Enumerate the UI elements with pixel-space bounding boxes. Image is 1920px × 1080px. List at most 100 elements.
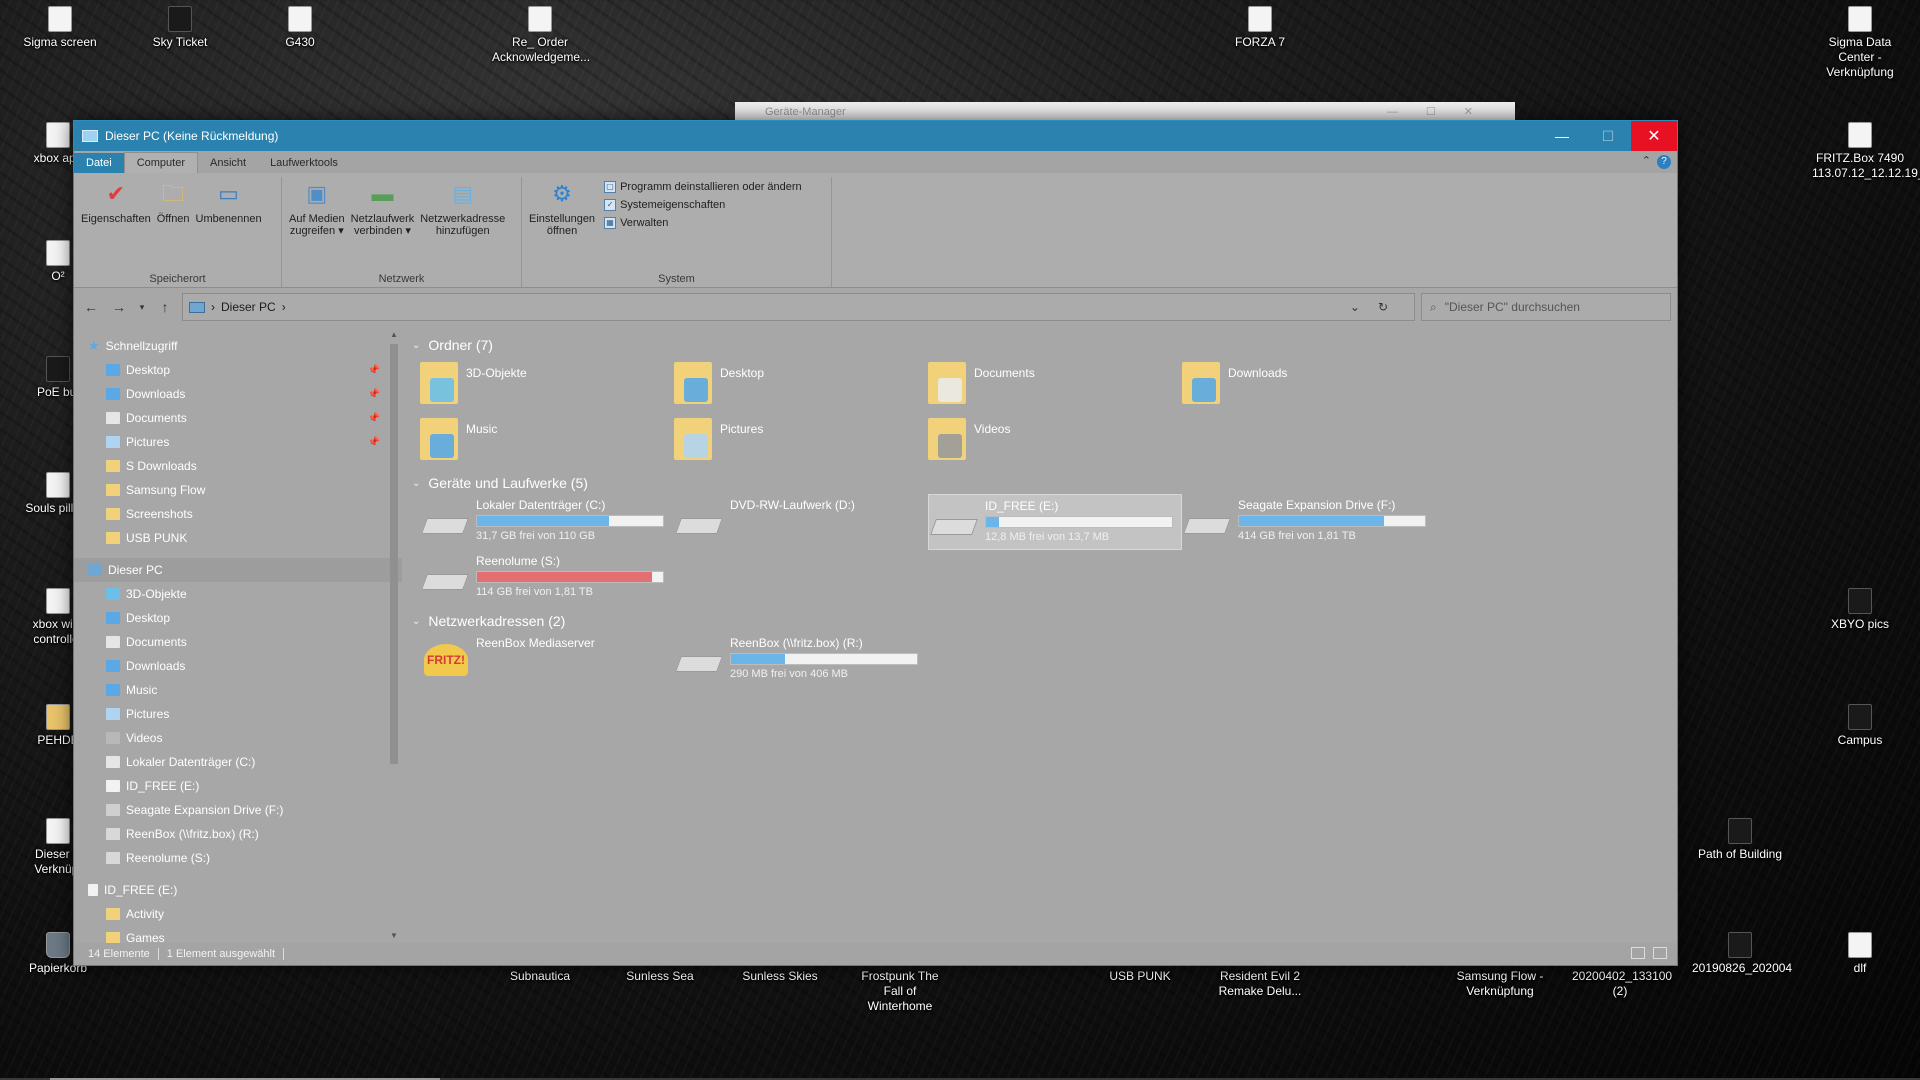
netzlaufwerk-verbinden-button[interactable]: ▬ Netzlaufwerk verbinden ▾ — [348, 177, 418, 287]
tab-computer[interactable]: Computer — [123, 152, 198, 173]
background-window[interactable]: Geräte-Manager —☐✕ — [735, 102, 1515, 122]
scroll-thumb[interactable] — [390, 344, 398, 764]
nav-item-videos[interactable]: Videos — [74, 726, 402, 750]
desktop-icon[interactable]: G430 — [252, 6, 348, 50]
desktop-icon[interactable]: XBYO pics — [1812, 588, 1908, 632]
desktop-icon[interactable]: Sky Ticket — [132, 6, 228, 50]
nav-item-desktop[interactable]: Desktop 📌 — [74, 358, 402, 382]
shortcut-icon — [46, 932, 70, 958]
nav-item-reenbox-fritz-box-r[interactable]: ReenBox (\\fritz.box) (R:) — [74, 822, 402, 846]
drive-item[interactable]: DVD-RW-Laufwerk (D:) — [674, 494, 928, 550]
netzlaufwerk-label-2: verbinden ▾ — [354, 225, 411, 237]
eigenschaften-button[interactable]: ✔ Eigenschaften — [78, 177, 154, 287]
nav-item-downloads[interactable]: Downloads 📌 — [74, 382, 402, 406]
systemeigenschaften-button[interactable]: ✓ Systemeigenschaften — [604, 199, 802, 211]
large-icons-view-icon[interactable] — [1653, 947, 1667, 959]
nav-id-free-label: ID_FREE (E:) — [104, 883, 178, 897]
status-bar: 14 Elemente 1 Element ausgewählt — [74, 943, 1677, 965]
nav-item-pictures[interactable]: Pictures — [74, 702, 402, 726]
desktop-icon[interactable]: FORZA 7 — [1212, 6, 1308, 50]
tab-datei[interactable]: Datei — [74, 153, 124, 173]
group-header-folders[interactable]: ⌄ Ordner (7) — [412, 334, 1667, 356]
umbenennen-button[interactable]: ▭ Umbenennen — [193, 177, 265, 287]
minimize-button[interactable]: — — [1539, 121, 1585, 151]
up-button[interactable]: ↑ — [154, 299, 176, 315]
address-controls[interactable]: ⌄↻ — [1350, 300, 1406, 314]
close-button[interactable]: ✕ — [1631, 121, 1677, 151]
desktop-icon[interactable]: Campus — [1812, 704, 1908, 748]
nav-item-reenolume-s[interactable]: Reenolume (S:) — [74, 846, 402, 870]
folder-icon — [106, 780, 120, 792]
maximize-button[interactable]: ☐ — [1585, 121, 1631, 151]
breadcrumb-dieser-pc[interactable]: Dieser PC — [221, 300, 276, 314]
group-header-drives[interactable]: ⌄ Geräte und Laufwerke (5) — [412, 472, 1667, 494]
nav-id-free[interactable]: ID_FREE (E:) — [74, 878, 402, 902]
nav-dieser-pc-label: Dieser PC — [108, 563, 163, 577]
nav-item-documents[interactable]: Documents 📌 — [74, 406, 402, 430]
verwalten-button[interactable]: ▦ Verwalten — [604, 217, 802, 229]
nav-item-documents[interactable]: Documents — [74, 630, 402, 654]
nav-item-music[interactable]: Music — [74, 678, 402, 702]
drive-item[interactable]: ID_FREE (E:) 12,8 MB frei von 13,7 MB — [928, 494, 1182, 550]
desktop-icon[interactable]: FRITZ.Box 7490 113.07.12_12.12.19_... — [1812, 122, 1920, 181]
details-view-icon[interactable] — [1631, 947, 1645, 959]
desktop-icon[interactable]: Sigma Data Center - Verknüpfung — [1812, 6, 1908, 80]
drive-body-shape — [1183, 518, 1231, 534]
back-button[interactable]: ← — [80, 299, 102, 315]
scroll-up-icon[interactable]: ▲ — [388, 330, 400, 339]
nav-dieser-pc[interactable]: Dieser PC — [74, 558, 402, 582]
nav-schnellzugriff[interactable]: ★ Schnellzugriff — [74, 334, 402, 358]
explorer-window[interactable]: Dieser PC (Keine Rückmeldung) — ☐ ✕ Date… — [73, 120, 1678, 966]
tab-laufwerktools[interactable]: Laufwerktools — [258, 153, 350, 173]
background-window-controls[interactable]: —☐✕ — [1387, 105, 1501, 118]
search-input[interactable]: ⌕ "Dieser PC" durchsuchen — [1421, 293, 1671, 321]
ribbon-collapse-button[interactable]: ⌃ — [1642, 154, 1651, 167]
folder-item[interactable]: Downloads — [1182, 356, 1436, 412]
desktop-icon[interactable]: Path of Building — [1692, 818, 1788, 862]
nav-item-s-downloads[interactable]: S Downloads — [74, 454, 402, 478]
netzwerkadresse-hinzufuegen-button[interactable]: ▤ Netzwerkadresse hinzufügen — [417, 177, 508, 287]
scroll-down-icon[interactable]: ▼ — [388, 931, 400, 940]
folder-item[interactable]: Desktop — [674, 356, 928, 412]
network-location-item[interactable]: FRITZ! ReenBox Mediaserver — [420, 632, 674, 688]
drive-item[interactable]: Lokaler Datenträger (C:) 31,7 GB frei von… — [420, 494, 674, 550]
einstellungen-oeffnen-button[interactable]: ⚙ Einstellungen öffnen — [526, 177, 598, 287]
address-bar[interactable]: › Dieser PC › ⌄↻ — [182, 293, 1415, 321]
nav-item-lokaler-datentr-ger-c[interactable]: Lokaler Datenträger (C:) — [74, 750, 402, 774]
desktop-icon[interactable]: 20190826_202004 — [1692, 932, 1792, 976]
folder-item[interactable]: Music — [420, 412, 674, 468]
help-button[interactable]: ? — [1657, 155, 1671, 169]
nav-item-desktop[interactable]: Desktop — [74, 606, 402, 630]
nav-item-id-free-e[interactable]: ID_FREE (E:) — [74, 774, 402, 798]
nav-item-downloads[interactable]: Downloads — [74, 654, 402, 678]
nav-item-pictures[interactable]: Pictures 📌 — [74, 430, 402, 454]
desktop-icon[interactable]: dlf — [1812, 932, 1908, 976]
folder-item[interactable]: Pictures — [674, 412, 928, 468]
folder-item[interactable]: 3D-Objekte — [420, 356, 674, 412]
folder-item[interactable]: Videos — [928, 412, 1182, 468]
nav-item-3d-objekte[interactable]: 3D-Objekte — [74, 582, 402, 606]
forward-button[interactable]: → — [108, 299, 130, 315]
drive-item[interactable]: Seagate Expansion Drive (F:) 414 GB frei … — [1182, 494, 1436, 550]
group-header-network[interactable]: ⌄ Netzwerkadressen (2) — [412, 610, 1667, 632]
capacity-bar — [985, 516, 1173, 528]
oeffnen-button[interactable]: 🗀 Öffnen — [154, 177, 193, 287]
desktop-icon-label: Re_ Order Acknowledgeme... — [492, 35, 591, 64]
desktop-icon[interactable]: Re_ Order Acknowledgeme... — [492, 6, 591, 65]
nav-scrollbar[interactable]: ▲ ▼ — [388, 330, 400, 940]
network-location-item[interactable]: ReenBox (\\fritz.box) (R:) 290 MB frei vo… — [674, 632, 928, 688]
nav-item-seagate-expansion-drive-f[interactable]: Seagate Expansion Drive (F:) — [74, 798, 402, 822]
nav-item-samsung-flow[interactable]: Samsung Flow — [74, 478, 402, 502]
tab-ansicht[interactable]: Ansicht — [198, 153, 258, 173]
programm-deinstallieren-button[interactable]: ▢ Programm deinstallieren oder ändern — [604, 181, 802, 193]
desktop-icon-label: USB PUNK — [1109, 969, 1171, 983]
nav-item-screenshots[interactable]: Screenshots — [74, 502, 402, 526]
auf-medien-zugreifen-button[interactable]: ▣ Auf Medien zugreifen ▾ — [286, 177, 348, 287]
nav-item-usb-punk[interactable]: USB PUNK — [74, 526, 402, 550]
drive-item[interactable]: Reenolume (S:) 114 GB frei von 1,81 TB — [420, 550, 674, 606]
title-bar[interactable]: Dieser PC (Keine Rückmeldung) — ☐ ✕ — [74, 121, 1677, 151]
desktop-icon[interactable]: Sigma screen — [12, 6, 108, 50]
recent-locations-button[interactable]: ▾ — [136, 302, 148, 313]
nav-item-activity[interactable]: Activity — [74, 902, 402, 926]
folder-item[interactable]: Documents — [928, 356, 1182, 412]
